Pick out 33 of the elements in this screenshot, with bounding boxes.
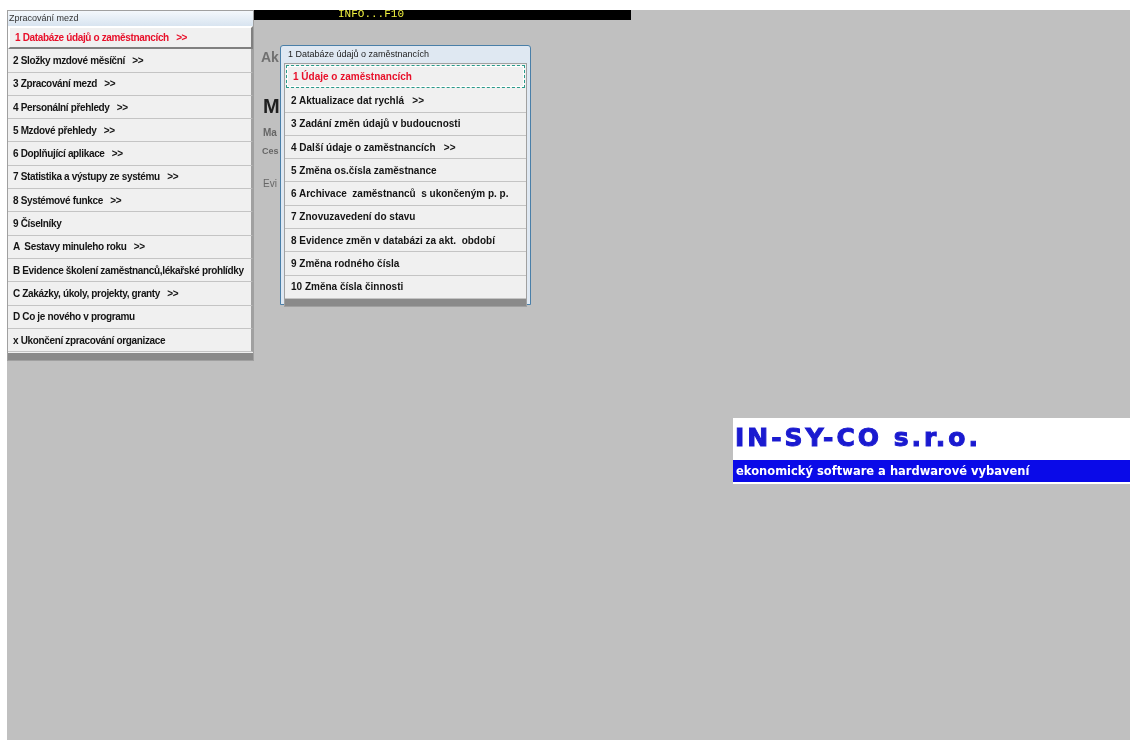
menu-item[interactable]: 6 Archivace zaměstnanců s ukončeným p. p. (285, 182, 526, 206)
background-label: Ma (263, 128, 277, 138)
menu-item[interactable]: 2 Složky mzdové měsíční >> (8, 49, 253, 73)
menu-item[interactable]: 3 Zadání změn údajů v budoucnosti (285, 112, 526, 136)
logo-name: IN-SY-CO s.r.o. (734, 422, 983, 455)
menu-item[interactable]: 6 Doplňující aplikace >> (8, 142, 253, 166)
menu-item[interactable]: A Sestavy minuleho roku >> (8, 235, 253, 259)
background-label: M (263, 96, 280, 116)
menu-item[interactable]: 7 Statistika a výstupy ze systému >> (8, 165, 253, 190)
menu-item[interactable]: 4 Personální přehledy >> (8, 95, 253, 120)
menu-item[interactable]: 9 Změna rodného čísla (285, 252, 526, 276)
background-label: Ces (262, 147, 279, 156)
menu-item[interactable]: 8 Systémové funkce >> (8, 189, 253, 213)
menu-item[interactable]: 1 Údaje o zaměstnancích (286, 65, 525, 89)
menu-item[interactable]: C Zakázky, úkoly, projekty, granty >> (8, 282, 253, 306)
menu-item[interactable]: 3 Zpracování mezd >> (8, 72, 253, 96)
menu-item[interactable]: 4 Další údaje o zaměstnancích >> (285, 135, 526, 160)
menu-item[interactable]: 9 Číselníky (8, 212, 253, 236)
window-title: Zpracování mezd (8, 11, 253, 26)
background-label: Ak (261, 50, 279, 64)
menu-item[interactable]: 10 Změna čísla činnosti (285, 275, 526, 299)
logo-tagline: ekonomický software a hardwarové vybavení (733, 460, 1130, 482)
menu-item[interactable]: D Co je nového v programu (8, 305, 253, 329)
info-text: INFO...F10 (338, 8, 404, 20)
menu-item[interactable]: 8 Evidence změn v databázi za akt. období (285, 229, 526, 253)
window-title: 1 Databáze údajů o zaměstnancích (287, 48, 431, 61)
menu-item[interactable]: 5 Mzdové přehledy >> (8, 119, 253, 143)
menu-item[interactable]: 2 Aktualizace dat rychlá >> (285, 89, 526, 113)
menu-item[interactable]: B Evidence školení zaměstnanců,lékařské prohlídky (8, 258, 253, 283)
background-label: Evi (263, 179, 277, 189)
menu-item[interactable]: 1 Databáze údajů o zaměstnancích >> (8, 26, 253, 50)
menu-item[interactable]: 5 Změna os.čísla zaměstnance (285, 159, 526, 183)
menu-item[interactable]: 7 Znovuzavedení do stavu (285, 205, 526, 230)
